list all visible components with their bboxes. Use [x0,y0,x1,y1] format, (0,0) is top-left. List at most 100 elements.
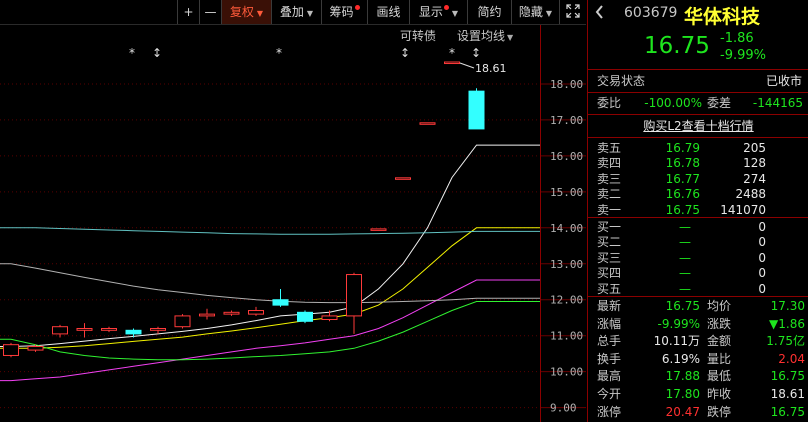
chevron-down-icon: ▼ [451,9,459,18]
convertible-bond-link[interactable]: 可转债 [400,27,436,43]
stat-row: 总手 10.11万 金额 1.75亿 [588,333,808,349]
y-tick-label: 11.00 [550,330,583,343]
y-tick-label: 12.00 [550,294,583,307]
stat-label: 换手 [597,351,622,366]
stat-value: 16.75 [770,369,805,384]
current-price: 16.75 [644,33,710,59]
l2-upgrade-label: 购买L2查看十档行情 [643,119,754,133]
overlay-label: 叠加 [279,5,304,19]
ask-level-row[interactable]: 卖二 16.76 2488 [588,186,808,202]
simple-mode-button[interactable]: 简约 [467,0,511,24]
divider [588,137,808,138]
candle-body [419,122,436,125]
ask-volume: 128 [743,156,766,171]
event-marker[interactable]: ↕ [471,46,481,60]
event-marker[interactable]: ↕ [152,46,162,60]
divider [588,296,808,297]
notification-dot-icon [354,5,360,10]
event-marker[interactable]: * [449,46,455,60]
candle-body [395,177,411,180]
ask-volume: 141070 [720,202,766,217]
ask-level-row[interactable]: 卖三 16.77 274 [588,171,808,187]
simple-mode-label: 简约 [477,5,502,19]
stat-label: 金额 [707,334,732,349]
kline-chart-area[interactable]: 18.00 17.00 16.00 15.00 14.00 13.00 12.00 11.00… [0,0,586,422]
stat-value: 16.75 [665,299,700,313]
ask-level-label: 卖四 [597,156,622,171]
hide-button[interactable]: 隐藏 ▼ [511,0,559,24]
candle-body [248,310,264,315]
candle-body [223,311,240,315]
bid-level-label: 买三 [597,250,622,265]
ask-volume: 274 [743,171,766,186]
order-ratio-label: 委比 [597,96,622,110]
bid-volume: 0 [758,281,766,296]
candle-body [125,329,142,335]
zoom-in-button[interactable]: + [177,0,199,24]
l2-upgrade-link[interactable]: 购买L2查看十档行情 [588,117,808,135]
stat-label: 涨停 [597,404,622,419]
stat-row: 换手 6.19% 量比 2.04 [588,351,808,367]
stat-value: ▼1.86 [769,316,805,331]
price-change: -1.86 [720,31,754,46]
max-annotation-arrow [459,62,475,69]
ma-settings-label: 设置均线 [457,29,506,43]
stat-value: 18.61 [770,387,805,401]
ask-level-row[interactable]: 卖五 16.79 205 [588,140,808,156]
bid-level-row[interactable]: 买四 — 0 [588,265,808,281]
bid-level-row[interactable]: 买五 — 0 [588,281,808,297]
adjust-rights-button[interactable]: 复权 ▼ [221,0,271,24]
y-tick-label: 16.00 [550,150,583,163]
ask-level-label: 卖三 [597,171,622,186]
stat-value: 6.19% [661,351,700,366]
kline-chart[interactable]: 18.00 17.00 16.00 15.00 14.00 13.00 12.00 11.00… [0,0,586,422]
ask-volume: 2488 [735,187,766,202]
chart-toolbar: + — 复权 ▼ 叠加 ▼ 筹码 画线 显示 ▼ 简约 隐藏 ▼ [0,0,586,24]
overlay-button[interactable]: 叠加 ▼ [271,0,321,24]
candle-body [199,313,215,317]
ask-level-label: 卖五 [597,141,622,155]
ask-price: 16.78 [665,156,700,171]
back-arrow-icon[interactable] [594,4,606,20]
stat-row: 涨停 20.47 跌停 16.75 [588,404,808,420]
expand-icon [565,4,580,18]
event-marker[interactable]: * [129,46,135,60]
moving-average-line [0,144,540,347]
chip-distribution-button[interactable]: 筹码 [321,0,367,24]
ask-level-label: 卖二 [597,187,622,202]
stat-label: 跌停 [707,404,732,419]
ask-level-row[interactable]: 卖四 16.78 128 [588,155,808,171]
y-tick-label: 10.00 [550,366,583,379]
bid-level-row[interactable]: 买一 — 0 [588,219,808,235]
stat-value: 20.47 [665,404,700,419]
divider [588,114,808,115]
chevron-down-icon: ▼ [256,9,264,18]
bid-level-row[interactable]: 买二 — 0 [588,234,808,250]
divider [588,217,808,218]
bid-price: — [679,266,691,281]
stock-name: 华体科技 [684,6,761,28]
stat-label: 最高 [597,369,622,384]
zoom-out-button[interactable]: — [199,0,221,24]
ask-level-row[interactable]: 卖一 16.75 141070 [588,202,808,218]
candle-body [468,90,485,130]
hide-label: 隐藏 [518,5,543,19]
trade-status-row: 交易状态 已收市 [588,72,808,90]
divider [588,92,808,93]
draw-line-button[interactable]: 画线 [367,0,409,24]
ma-settings-button[interactable]: 设置均线 ▼ [457,27,513,43]
display-button[interactable]: 显示 ▼ [409,0,467,24]
bid-volume: 0 [758,235,766,250]
y-tick-label: 13.00 [550,258,583,271]
event-marker[interactable]: ↕ [400,46,410,60]
stat-label: 均价 [707,299,732,313]
stat-label: 昨收 [707,387,732,401]
stat-label: 量比 [707,351,732,366]
stat-row: 今开 17.80 昨收 18.61 [588,386,808,402]
candle-body [3,344,19,356]
stat-label: 最低 [707,369,732,384]
bid-level-row[interactable]: 买三 — 0 [588,250,808,266]
event-marker[interactable]: * [276,46,282,60]
candle-body [370,228,387,231]
expand-button[interactable] [559,0,585,24]
